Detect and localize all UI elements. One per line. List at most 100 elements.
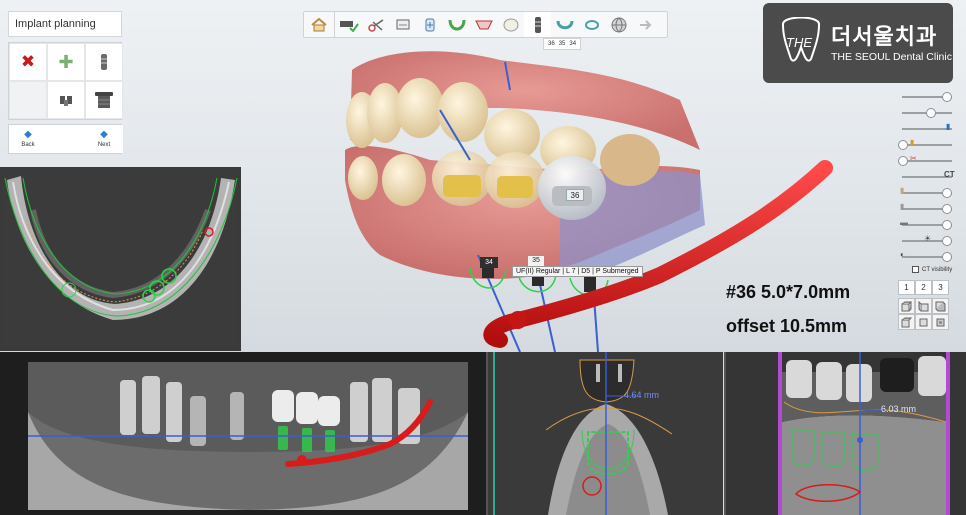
scan-check-icon: [339, 20, 359, 32]
axial-ct-image: [3, 170, 238, 348]
guide-icon: [556, 20, 573, 29]
slider-row: [896, 88, 958, 104]
tooth-setup-step[interactable]: [416, 12, 443, 37]
clinic-logo: THE 더서울치과 THE SEOUL Dental Clinic: [763, 3, 953, 83]
arch-step[interactable]: [443, 12, 470, 37]
globe-icon: [611, 17, 626, 32]
crown-icon: [474, 20, 493, 29]
slider-knob[interactable]: [942, 236, 952, 246]
scissors-icon: ✂: [910, 154, 917, 163]
slider-knob[interactable]: [942, 204, 952, 214]
view-front-button[interactable]: [898, 298, 915, 314]
sleeve-icon: [95, 92, 113, 108]
slider-knob[interactable]: [942, 188, 952, 198]
slider-row: [896, 104, 958, 120]
back-button[interactable]: ◆ Back: [9, 125, 47, 153]
scan-check-step[interactable]: [335, 12, 362, 37]
cross-section-view-1[interactable]: 4.64 mm: [486, 352, 723, 515]
arrow-right-disabled-icon: [639, 19, 651, 30]
cross-section-image-2: [726, 352, 966, 515]
workflow-toolbar: [303, 11, 668, 38]
guide-step[interactable]: [551, 12, 578, 37]
slider-track: [902, 128, 952, 130]
implant-icon: [534, 16, 541, 33]
view-tab-3[interactable]: 3: [932, 280, 949, 295]
slider-row: ✂: [896, 152, 958, 168]
nav-spacer: [47, 125, 85, 153]
nerve-canal-end: [509, 311, 527, 329]
view-bottom-button[interactable]: [932, 314, 949, 330]
nav-row: ◆ Back ◆ Next: [8, 124, 123, 154]
tooth-icon: ▮: [900, 186, 905, 195]
sleeve-ring-step[interactable]: [578, 12, 605, 37]
tooth-36-label: 36: [566, 189, 584, 201]
view-tab-1[interactable]: 1: [898, 280, 915, 295]
panoramic-image: [0, 352, 486, 515]
view-top-button[interactable]: [915, 314, 932, 330]
slider-knob[interactable]: [942, 92, 952, 102]
logo-korean-text: 더서울치과: [831, 24, 938, 49]
cube-icon: [919, 318, 928, 326]
cross-section-view-2[interactable]: 6.03 mm: [724, 352, 966, 515]
slider-row: ☀: [896, 232, 958, 248]
slider-row: ▮: [896, 120, 958, 136]
export-step[interactable]: [605, 12, 632, 37]
slider-knob[interactable]: [926, 108, 936, 118]
implant-tooltip: UF(II) Regular | L 7 | D5 | P Submerged: [512, 266, 643, 277]
slider-knob[interactable]: [942, 252, 952, 262]
measurement-label-2: 6.03 mm: [881, 404, 917, 414]
view-right-button[interactable]: [932, 298, 949, 314]
tool-grid: ✖ ✚: [8, 42, 123, 120]
abutment-button[interactable]: [47, 81, 85, 119]
slider-row: ◐: [896, 248, 958, 264]
slider-knob[interactable]: [898, 140, 908, 150]
plus-icon: ✚: [58, 51, 74, 72]
view-tabs: 1 2 3: [898, 280, 949, 295]
delete-implant-button[interactable]: ✖: [9, 43, 47, 81]
slider-row: ▮: [896, 200, 958, 216]
ct-visibility-checkbox[interactable]: [912, 266, 919, 273]
view-back-button[interactable]: [898, 314, 915, 330]
view-left-button[interactable]: [915, 298, 932, 314]
logo-english-text: THE SEOUL Dental Clinic: [831, 51, 952, 63]
home-icon: [311, 17, 327, 31]
tooth-blue-icon: ▮: [946, 122, 951, 131]
implant-35-label: 35: [528, 256, 544, 266]
ct-visibility-toggle[interactable]: CT visibility: [912, 266, 952, 273]
home-button[interactable]: [304, 12, 335, 37]
arrow-left-icon: ◆: [24, 129, 32, 140]
slider-knob[interactable]: [898, 156, 908, 166]
ring-icon: [584, 19, 599, 30]
logo-mark-text: THE: [786, 35, 812, 50]
slider-row: CT: [896, 168, 958, 184]
implant-fixture-button[interactable]: [85, 43, 123, 81]
implant-spec-annotation: #36 5.0*7.0mm: [726, 282, 851, 302]
axial-ct-view[interactable]: [0, 167, 241, 351]
next-disabled-step[interactable]: [632, 12, 659, 37]
tooth-number: 34: [569, 41, 577, 47]
add-implant-button[interactable]: ✚: [47, 43, 85, 81]
planning-title: Implant planning: [8, 11, 122, 37]
panoramic-view[interactable]: [0, 352, 486, 515]
slider-row: ▮: [896, 184, 958, 200]
tooth-gold-icon: ▮: [910, 138, 915, 147]
sleeve-button[interactable]: [85, 81, 123, 119]
next-label: Next: [97, 142, 111, 148]
red-x-icon: ✖: [20, 52, 36, 71]
next-button[interactable]: ◆ Next: [85, 125, 123, 153]
view-tab-2[interactable]: 2: [915, 280, 932, 295]
segment-step[interactable]: [362, 12, 389, 37]
implant-step[interactable]: [524, 12, 551, 37]
arrow-right-icon: ◆: [100, 129, 108, 140]
measurement-label-1: 4.64 mm: [624, 390, 660, 400]
slider-row: ▬: [896, 216, 958, 232]
slider-knob[interactable]: [942, 220, 952, 230]
guide-icon: ▬: [900, 218, 908, 227]
ct-slider-label: CT: [944, 170, 955, 179]
align-step[interactable]: [389, 12, 416, 37]
cube-icon: [918, 300, 929, 311]
tooth-library-step[interactable]: [497, 12, 524, 37]
tooth-plus-icon: [425, 18, 434, 31]
crown-design-step[interactable]: [470, 12, 497, 37]
offset-annotation: offset 10.5mm: [726, 316, 848, 336]
